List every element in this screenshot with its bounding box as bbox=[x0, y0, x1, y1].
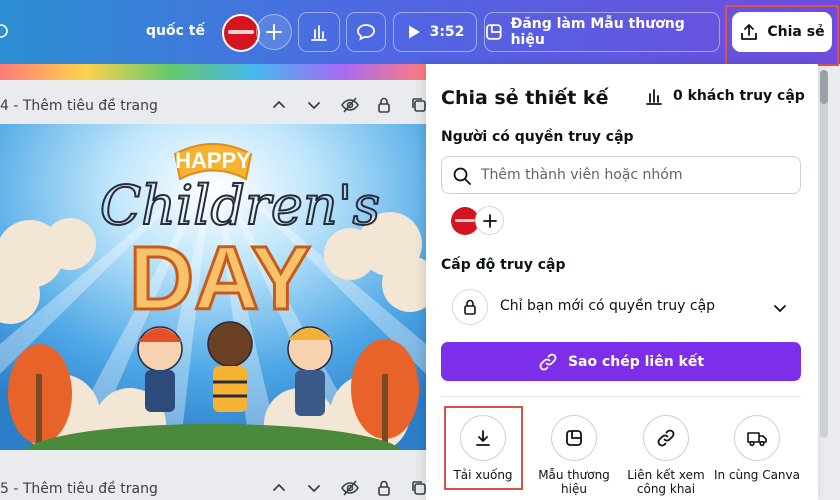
add-member-button[interactable] bbox=[475, 206, 504, 235]
access-level-value: Chỉ bạn mới có quyền truy cập bbox=[500, 298, 716, 314]
lock-icon bbox=[452, 289, 488, 325]
bar-chart-icon bbox=[646, 89, 662, 105]
timer-label: 3:52 bbox=[429, 24, 465, 40]
visitors-count[interactable]: 0 khách truy cập bbox=[644, 86, 805, 106]
comment-button[interactable] bbox=[346, 12, 386, 52]
panel-title: Chia sẻ thiết kế bbox=[441, 87, 609, 109]
banner-text: HAPPY bbox=[175, 148, 251, 173]
present-button[interactable]: 3:52 bbox=[393, 12, 477, 52]
chevron-up-icon[interactable] bbox=[270, 96, 288, 114]
people-access-label: Người có quyền truy cập bbox=[441, 129, 634, 145]
access-level-select[interactable]: Chỉ bạn mới có quyền truy cập bbox=[441, 284, 801, 330]
scrollbar-thumb[interactable] bbox=[820, 70, 828, 104]
action-label: In cùng Canva bbox=[714, 468, 800, 482]
page-title[interactable]: 5 - Thêm tiêu đề trang bbox=[0, 481, 158, 497]
page-header: 4 - Thêm tiêu đề trang bbox=[0, 89, 426, 123]
page-header: 5 - Thêm tiêu đề trang bbox=[0, 472, 426, 500]
brand-template-button[interactable]: Đăng làm Mẫu thương hiệu bbox=[484, 12, 720, 52]
lock-icon[interactable] bbox=[375, 479, 393, 497]
divider bbox=[441, 396, 801, 397]
brand-template-label: Đăng làm Mẫu thương hiệu bbox=[510, 16, 685, 48]
action-label: Mẫu thương hiệu bbox=[538, 468, 610, 496]
member-search-input[interactable]: Thêm thành viên hoặc nhóm bbox=[441, 156, 801, 194]
download-highlight-box bbox=[444, 406, 523, 490]
chevron-up-icon[interactable] bbox=[270, 479, 288, 497]
top-toolbar: quốc tế 3:52 Đăng làm Mẫu thương hiệu Ch… bbox=[0, 0, 840, 64]
template-icon bbox=[551, 415, 597, 461]
play-icon bbox=[408, 25, 420, 39]
hide-icon[interactable] bbox=[340, 479, 360, 497]
share-highlight-box bbox=[725, 5, 839, 66]
bar-chart-icon bbox=[311, 25, 327, 41]
visitors-label: 0 khách truy cập bbox=[673, 88, 805, 104]
chevron-down-icon bbox=[771, 299, 789, 317]
template-icon bbox=[486, 24, 502, 40]
day-text: DAY bbox=[129, 229, 311, 329]
brand-template-action[interactable]: Mẫu thương hiệu bbox=[529, 415, 619, 496]
script-text: Children's bbox=[100, 174, 380, 237]
page-title[interactable]: 4 - Thêm tiêu đề trang bbox=[0, 98, 158, 114]
print-with-canva-action[interactable]: In cùng Canva bbox=[712, 415, 802, 482]
access-level-label: Cấp độ truy cập bbox=[441, 257, 566, 273]
plus-icon bbox=[266, 24, 282, 40]
insights-button[interactable] bbox=[298, 12, 340, 52]
public-view-link-action[interactable]: Liên kết xem công khai bbox=[621, 415, 711, 496]
avatar[interactable] bbox=[222, 14, 260, 52]
action-label: Liên kết xem công khai bbox=[627, 468, 705, 496]
hide-icon[interactable] bbox=[340, 96, 360, 114]
previous-page-preview[interactable] bbox=[0, 64, 426, 80]
link-icon bbox=[643, 415, 689, 461]
team-name: quốc tế bbox=[146, 23, 205, 39]
cloud-icon[interactable] bbox=[0, 22, 12, 40]
design-page-image[interactable]: HAPPY Children's DAY bbox=[0, 124, 426, 450]
chevron-down-icon[interactable] bbox=[305, 479, 323, 497]
add-collaborator-button[interactable] bbox=[256, 14, 292, 50]
comment-icon bbox=[357, 24, 375, 41]
plus-icon bbox=[482, 213, 497, 228]
copy-link-label: Sao chép liên kết bbox=[567, 353, 705, 370]
search-icon bbox=[452, 166, 472, 186]
copy-link-button[interactable]: Sao chép liên kết bbox=[441, 342, 801, 381]
truck-icon bbox=[734, 415, 780, 461]
scrollbar[interactable] bbox=[820, 72, 828, 438]
link-icon bbox=[539, 353, 557, 370]
lock-icon[interactable] bbox=[375, 96, 393, 114]
chevron-down-icon[interactable] bbox=[305, 96, 323, 114]
search-placeholder: Thêm thành viên hoặc nhóm bbox=[481, 167, 683, 183]
